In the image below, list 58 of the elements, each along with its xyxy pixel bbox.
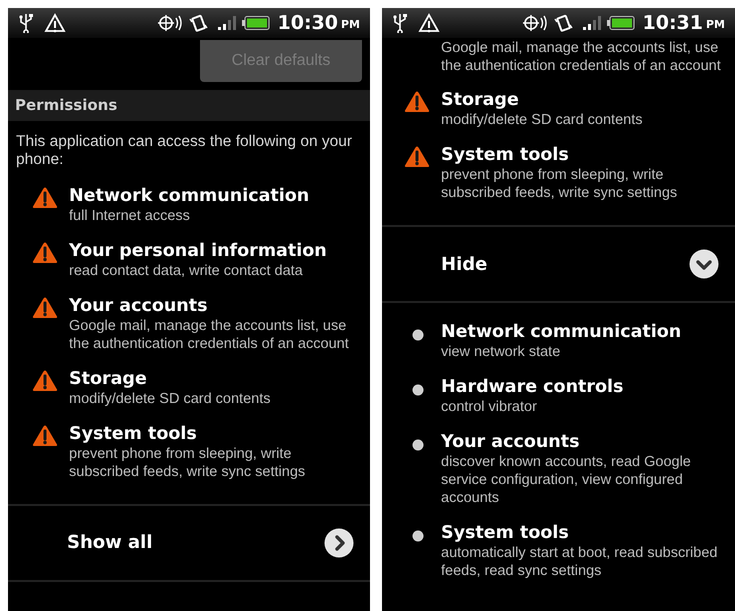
battery-icon [606, 16, 634, 30]
clock-period: PM [340, 16, 360, 33]
warning-icon [418, 13, 440, 33]
chevron-right-icon [324, 528, 354, 558]
permission-title: Network communication [69, 184, 310, 206]
permission-title: Storage [69, 368, 148, 390]
toggle-label: Hide [441, 252, 488, 276]
permission-title: System tools [441, 144, 570, 166]
permission-title: Your accounts [441, 431, 581, 453]
permission-description: full Internet access [69, 206, 191, 224]
clock-time: 10:30 [278, 10, 338, 36]
permission-description: automatically start at boot, read subscribed feeds, read sync settings [441, 544, 718, 580]
signal-icon [582, 15, 600, 31]
warning-icon [404, 90, 430, 113]
permission-title: Storage [441, 89, 520, 111]
permission-title: Network communication [441, 321, 682, 343]
show-toggle-row[interactable]: Hide [382, 227, 735, 301]
clock-time: 10:31 [642, 10, 703, 36]
vibrate-icon [188, 13, 208, 33]
usb-icon [18, 13, 34, 33]
warning-icon [404, 145, 430, 168]
clock-period: PM [706, 16, 725, 33]
permission-title: Your personal information [69, 240, 327, 262]
warning-icon [44, 13, 66, 33]
permission-title: System tools [69, 422, 198, 444]
warning-icon [32, 240, 58, 264]
battery-icon [242, 16, 270, 30]
permission-description: view network state [441, 343, 562, 361]
bullet-icon [412, 439, 424, 451]
permission-description: prevent phone from sleeping, write subscribed feeds, write sync settings [69, 444, 306, 480]
chevron-down-icon [689, 249, 719, 279]
permission-description: Google mail, manage the accounts list, use the authentication credentials of an account [69, 316, 350, 352]
gps-icon [520, 13, 546, 33]
gps-icon [156, 13, 182, 33]
signal-icon [218, 15, 236, 31]
permission-title: System tools [441, 522, 570, 544]
warning-icon [32, 424, 58, 446]
permission-description: prevent phone from sleeping, write subscribed feeds, write sync settings [441, 166, 678, 202]
permission-description: modify/delete SD card contents [69, 390, 270, 408]
warning-icon [32, 296, 58, 318]
permission-description: control vibrator [441, 398, 538, 416]
permission-description: modify/delete SD card contents [441, 111, 642, 129]
vibrate-icon [552, 13, 572, 33]
permission-description: read contact data, write contact data [69, 262, 304, 280]
warning-icon [32, 368, 58, 392]
permission-description: Google mail, manage the accounts list, use the authentication credentials of an account [440, 39, 722, 76]
intro-text: This application can access the following on your phone: [15, 132, 354, 170]
permission-title: Hardware controls [441, 376, 624, 398]
show-toggle-row[interactable]: Show all [8, 506, 370, 580]
usb-icon [392, 13, 408, 33]
section-header: Permissions [8, 90, 370, 120]
bullet-icon [412, 384, 424, 396]
warning-icon [32, 186, 58, 208]
bullet-icon [412, 329, 424, 341]
permission-title: Your accounts [69, 294, 209, 316]
bullet-icon [412, 530, 424, 542]
toggle-label: Show all [67, 531, 153, 555]
permission-description: discover known accounts, read Google service configuration, view configured accounts [441, 453, 692, 507]
